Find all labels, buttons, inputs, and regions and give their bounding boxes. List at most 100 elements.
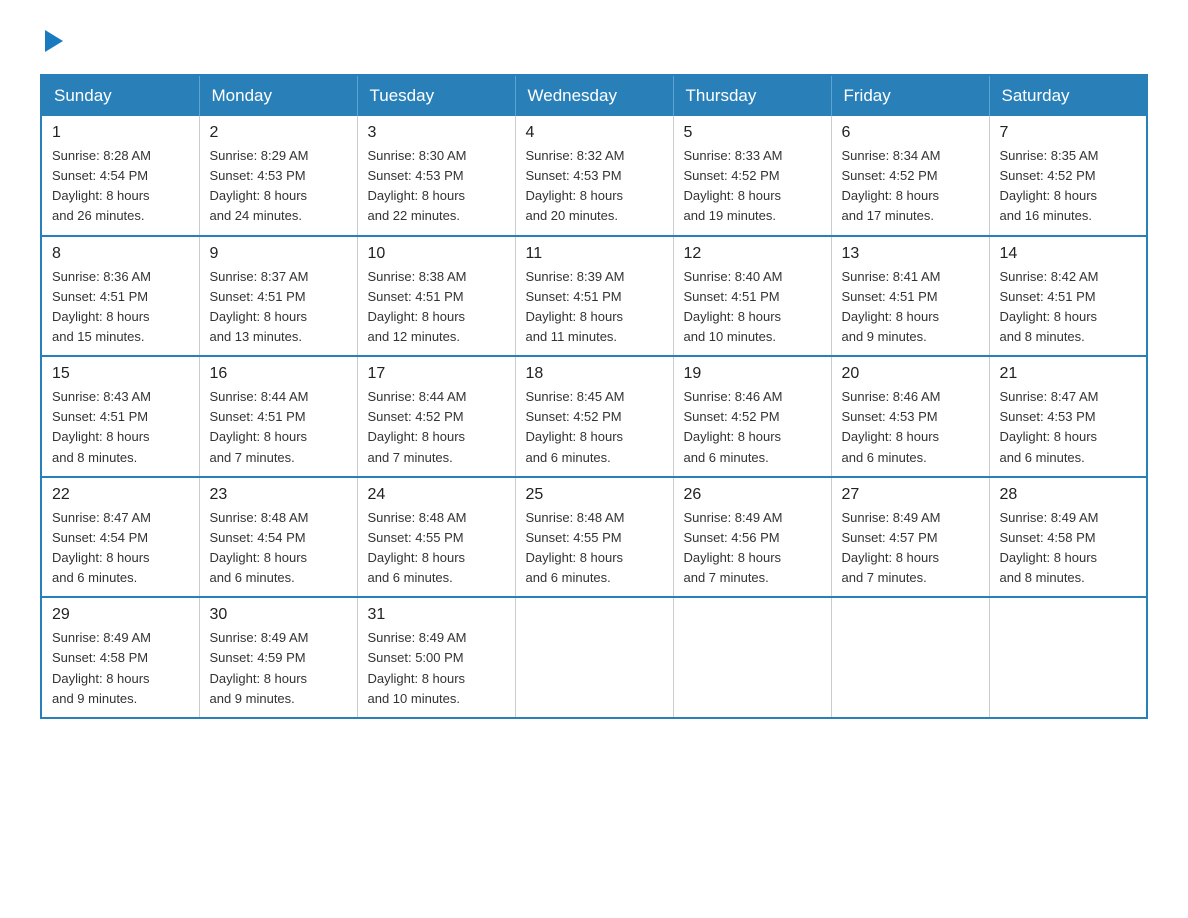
- day-info: Sunrise: 8:45 AMSunset: 4:52 PMDaylight:…: [526, 387, 663, 468]
- day-info: Sunrise: 8:33 AMSunset: 4:52 PMDaylight:…: [684, 146, 821, 227]
- day-info: Sunrise: 8:44 AMSunset: 4:51 PMDaylight:…: [210, 387, 347, 468]
- calendar-cell: 8 Sunrise: 8:36 AMSunset: 4:51 PMDayligh…: [41, 236, 199, 357]
- day-number: 7: [1000, 124, 1137, 142]
- day-number: 25: [526, 486, 663, 504]
- day-info: Sunrise: 8:41 AMSunset: 4:51 PMDaylight:…: [842, 267, 979, 348]
- calendar-cell: 4 Sunrise: 8:32 AMSunset: 4:53 PMDayligh…: [515, 116, 673, 236]
- calendar-cell: 28 Sunrise: 8:49 AMSunset: 4:58 PMDaylig…: [989, 477, 1147, 598]
- day-number: 2: [210, 124, 347, 142]
- day-info: Sunrise: 8:48 AMSunset: 4:55 PMDaylight:…: [526, 508, 663, 589]
- calendar-cell: 3 Sunrise: 8:30 AMSunset: 4:53 PMDayligh…: [357, 116, 515, 236]
- calendar-header-row: SundayMondayTuesdayWednesdayThursdayFrid…: [41, 75, 1147, 116]
- calendar-cell: 1 Sunrise: 8:28 AMSunset: 4:54 PMDayligh…: [41, 116, 199, 236]
- day-info: Sunrise: 8:40 AMSunset: 4:51 PMDaylight:…: [684, 267, 821, 348]
- day-number: 12: [684, 245, 821, 263]
- day-info: Sunrise: 8:49 AMSunset: 4:57 PMDaylight:…: [842, 508, 979, 589]
- calendar-week-1: 1 Sunrise: 8:28 AMSunset: 4:54 PMDayligh…: [41, 116, 1147, 236]
- day-number: 21: [1000, 365, 1137, 383]
- calendar-week-2: 8 Sunrise: 8:36 AMSunset: 4:51 PMDayligh…: [41, 236, 1147, 357]
- day-info: Sunrise: 8:32 AMSunset: 4:53 PMDaylight:…: [526, 146, 663, 227]
- calendar-cell: 19 Sunrise: 8:46 AMSunset: 4:52 PMDaylig…: [673, 356, 831, 477]
- day-number: 26: [684, 486, 821, 504]
- calendar-cell: 13 Sunrise: 8:41 AMSunset: 4:51 PMDaylig…: [831, 236, 989, 357]
- calendar-cell: 27 Sunrise: 8:49 AMSunset: 4:57 PMDaylig…: [831, 477, 989, 598]
- calendar-cell: 12 Sunrise: 8:40 AMSunset: 4:51 PMDaylig…: [673, 236, 831, 357]
- day-number: 3: [368, 124, 505, 142]
- day-number: 27: [842, 486, 979, 504]
- calendar-cell: 2 Sunrise: 8:29 AMSunset: 4:53 PMDayligh…: [199, 116, 357, 236]
- day-info: Sunrise: 8:28 AMSunset: 4:54 PMDaylight:…: [52, 146, 189, 227]
- page-header: [40, 30, 1148, 54]
- day-number: 22: [52, 486, 189, 504]
- day-info: Sunrise: 8:37 AMSunset: 4:51 PMDaylight:…: [210, 267, 347, 348]
- day-number: 29: [52, 606, 189, 624]
- day-info: Sunrise: 8:39 AMSunset: 4:51 PMDaylight:…: [526, 267, 663, 348]
- col-header-tuesday: Tuesday: [357, 75, 515, 116]
- day-info: Sunrise: 8:49 AMSunset: 4:58 PMDaylight:…: [52, 628, 189, 709]
- day-number: 23: [210, 486, 347, 504]
- calendar-cell: 31 Sunrise: 8:49 AMSunset: 5:00 PMDaylig…: [357, 597, 515, 718]
- calendar-cell: 5 Sunrise: 8:33 AMSunset: 4:52 PMDayligh…: [673, 116, 831, 236]
- calendar-week-3: 15 Sunrise: 8:43 AMSunset: 4:51 PMDaylig…: [41, 356, 1147, 477]
- day-number: 8: [52, 245, 189, 263]
- day-info: Sunrise: 8:35 AMSunset: 4:52 PMDaylight:…: [1000, 146, 1137, 227]
- day-info: Sunrise: 8:34 AMSunset: 4:52 PMDaylight:…: [842, 146, 979, 227]
- calendar-cell: [831, 597, 989, 718]
- calendar-cell: 26 Sunrise: 8:49 AMSunset: 4:56 PMDaylig…: [673, 477, 831, 598]
- day-info: Sunrise: 8:48 AMSunset: 4:55 PMDaylight:…: [368, 508, 505, 589]
- day-number: 31: [368, 606, 505, 624]
- calendar-cell: 6 Sunrise: 8:34 AMSunset: 4:52 PMDayligh…: [831, 116, 989, 236]
- calendar-cell: 29 Sunrise: 8:49 AMSunset: 4:58 PMDaylig…: [41, 597, 199, 718]
- calendar-cell: 16 Sunrise: 8:44 AMSunset: 4:51 PMDaylig…: [199, 356, 357, 477]
- day-number: 28: [1000, 486, 1137, 504]
- calendar-cell: 23 Sunrise: 8:48 AMSunset: 4:54 PMDaylig…: [199, 477, 357, 598]
- day-info: Sunrise: 8:43 AMSunset: 4:51 PMDaylight:…: [52, 387, 189, 468]
- day-number: 9: [210, 245, 347, 263]
- calendar-cell: 15 Sunrise: 8:43 AMSunset: 4:51 PMDaylig…: [41, 356, 199, 477]
- col-header-saturday: Saturday: [989, 75, 1147, 116]
- day-info: Sunrise: 8:47 AMSunset: 4:53 PMDaylight:…: [1000, 387, 1137, 468]
- calendar-cell: 20 Sunrise: 8:46 AMSunset: 4:53 PMDaylig…: [831, 356, 989, 477]
- day-number: 6: [842, 124, 979, 142]
- day-number: 10: [368, 245, 505, 263]
- day-info: Sunrise: 8:36 AMSunset: 4:51 PMDaylight:…: [52, 267, 189, 348]
- day-info: Sunrise: 8:49 AMSunset: 4:59 PMDaylight:…: [210, 628, 347, 709]
- calendar-cell: 17 Sunrise: 8:44 AMSunset: 4:52 PMDaylig…: [357, 356, 515, 477]
- day-number: 16: [210, 365, 347, 383]
- day-number: 24: [368, 486, 505, 504]
- col-header-friday: Friday: [831, 75, 989, 116]
- day-info: Sunrise: 8:46 AMSunset: 4:52 PMDaylight:…: [684, 387, 821, 468]
- day-number: 18: [526, 365, 663, 383]
- calendar-cell: 7 Sunrise: 8:35 AMSunset: 4:52 PMDayligh…: [989, 116, 1147, 236]
- day-info: Sunrise: 8:49 AMSunset: 5:00 PMDaylight:…: [368, 628, 505, 709]
- col-header-sunday: Sunday: [41, 75, 199, 116]
- calendar-cell: 25 Sunrise: 8:48 AMSunset: 4:55 PMDaylig…: [515, 477, 673, 598]
- day-info: Sunrise: 8:44 AMSunset: 4:52 PMDaylight:…: [368, 387, 505, 468]
- calendar-week-4: 22 Sunrise: 8:47 AMSunset: 4:54 PMDaylig…: [41, 477, 1147, 598]
- col-header-wednesday: Wednesday: [515, 75, 673, 116]
- day-number: 17: [368, 365, 505, 383]
- day-number: 19: [684, 365, 821, 383]
- logo: [40, 30, 63, 54]
- day-info: Sunrise: 8:29 AMSunset: 4:53 PMDaylight:…: [210, 146, 347, 227]
- calendar-cell: [989, 597, 1147, 718]
- day-number: 20: [842, 365, 979, 383]
- calendar-cell: [515, 597, 673, 718]
- day-info: Sunrise: 8:49 AMSunset: 4:58 PMDaylight:…: [1000, 508, 1137, 589]
- day-info: Sunrise: 8:42 AMSunset: 4:51 PMDaylight:…: [1000, 267, 1137, 348]
- calendar-cell: 11 Sunrise: 8:39 AMSunset: 4:51 PMDaylig…: [515, 236, 673, 357]
- day-info: Sunrise: 8:38 AMSunset: 4:51 PMDaylight:…: [368, 267, 505, 348]
- day-info: Sunrise: 8:47 AMSunset: 4:54 PMDaylight:…: [52, 508, 189, 589]
- calendar-cell: 14 Sunrise: 8:42 AMSunset: 4:51 PMDaylig…: [989, 236, 1147, 357]
- calendar-cell: 30 Sunrise: 8:49 AMSunset: 4:59 PMDaylig…: [199, 597, 357, 718]
- calendar-cell: 24 Sunrise: 8:48 AMSunset: 4:55 PMDaylig…: [357, 477, 515, 598]
- day-number: 30: [210, 606, 347, 624]
- logo-arrow-icon: [45, 30, 63, 52]
- col-header-thursday: Thursday: [673, 75, 831, 116]
- calendar-cell: 18 Sunrise: 8:45 AMSunset: 4:52 PMDaylig…: [515, 356, 673, 477]
- day-number: 14: [1000, 245, 1137, 263]
- day-info: Sunrise: 8:49 AMSunset: 4:56 PMDaylight:…: [684, 508, 821, 589]
- day-info: Sunrise: 8:48 AMSunset: 4:54 PMDaylight:…: [210, 508, 347, 589]
- day-number: 5: [684, 124, 821, 142]
- day-number: 11: [526, 245, 663, 263]
